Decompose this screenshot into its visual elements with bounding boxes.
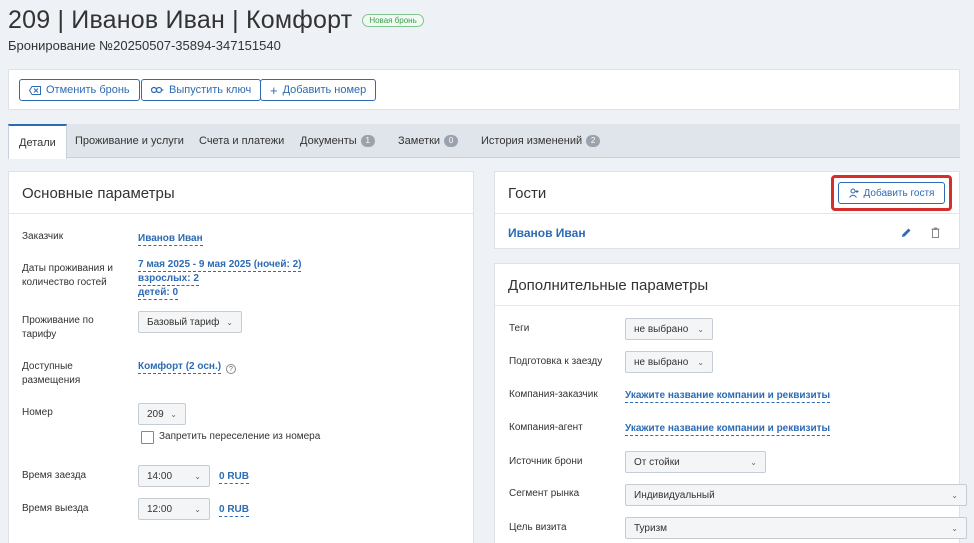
tab-notes[interactable]: Заметки 0 <box>398 124 459 158</box>
checkout-label: Время выезда <box>22 503 89 514</box>
add-room-button[interactable]: + Добавить номер <box>260 79 377 101</box>
room-select[interactable]: 209 ⌄ <box>138 403 186 425</box>
action-toolbar: Отменить бронь Выпустить ключ + Добавить… <box>8 69 960 110</box>
main-params-header: Основные параметры <box>9 172 473 214</box>
tab-stay-services[interactable]: Проживание и услуги <box>75 124 184 158</box>
edit-icon[interactable] <box>899 225 913 239</box>
guest-name-link[interactable]: Иванов Иван <box>508 226 586 240</box>
checkout-select[interactable]: 12:00 ⌄ <box>138 498 210 520</box>
tab-documents-label: Документы <box>300 135 357 147</box>
checkin-select[interactable]: 14:00 ⌄ <box>138 465 210 487</box>
rate-select-value: Базовый тариф <box>147 316 220 328</box>
tags-select[interactable]: не выбрано ⌄ <box>625 318 713 340</box>
tab-invoices-label: Счета и платежи <box>199 135 285 147</box>
company-customer-label: Компания-заказчик <box>509 389 598 400</box>
chevron-down-icon: ⌄ <box>750 457 757 467</box>
room-label: Номер <box>22 407 53 418</box>
chevron-down-icon: ⌄ <box>697 357 704 367</box>
available-label: Доступные размещения <box>22 361 81 386</box>
plus-icon: + <box>270 82 278 98</box>
guests-title: Гости <box>508 185 547 202</box>
chevron-down-icon: ⌄ <box>194 504 201 514</box>
delete-icon[interactable] <box>928 225 942 239</box>
rate-select[interactable]: Базовый тариф ⌄ <box>138 311 242 333</box>
tab-bar: Детали Проживание и услуги Счета и плате… <box>8 124 960 159</box>
issue-key-label: Выпустить ключ <box>169 84 252 96</box>
room-select-value: 209 <box>147 408 164 420</box>
rate-label: Проживание по тарифу <box>22 315 94 340</box>
source-select[interactable]: От стойки ⌄ <box>625 451 766 473</box>
tab-stay-services-label: Проживание и услуги <box>75 135 184 147</box>
cancel-booking-label: Отменить бронь <box>46 84 130 96</box>
purpose-label: Цель визита <box>509 522 567 533</box>
customer-label: Заказчик <box>22 231 64 242</box>
available-link[interactable]: Комфорт (2 осн.) <box>138 361 222 374</box>
chevron-down-icon: ⌄ <box>697 324 704 334</box>
cancel-icon <box>29 85 41 95</box>
key-icon <box>151 86 164 94</box>
company-agent-link[interactable]: Укажите название компании и реквизиты <box>625 423 831 436</box>
status-badge: Новая бронь <box>362 14 424 27</box>
chevron-down-icon: ⌄ <box>951 490 958 500</box>
prep-label: Подготовка к заезду <box>509 356 603 367</box>
booking-number: Бронирование №20250507-35894-347151540 <box>8 38 281 53</box>
purpose-select[interactable]: Туризм ⌄ <box>625 517 967 539</box>
tab-notes-label: Заметки <box>398 135 441 147</box>
checkin-select-value: 14:00 <box>147 470 173 482</box>
add-guest-label: Добавить гостя <box>863 187 935 199</box>
children-link[interactable]: детей: 0 <box>138 287 179 300</box>
dates-link[interactable]: 7 мая 2025 - 9 мая 2025 (ночей: 2) <box>138 259 302 272</box>
tab-details[interactable]: Детали <box>8 124 67 159</box>
chevron-down-icon: ⌄ <box>226 317 233 327</box>
tab-invoices[interactable]: Счета и платежи <box>199 124 284 158</box>
segment-select-value: Индивидуальный <box>634 489 715 501</box>
tab-documents[interactable]: Документы 1 <box>300 124 375 158</box>
segment-label: Сегмент рынка <box>509 488 580 499</box>
extra-params-header: Дополнительные параметры <box>495 264 959 306</box>
tab-history-label: История изменений <box>481 135 583 147</box>
tags-select-value: не выбрано <box>634 323 689 335</box>
chevron-down-icon: ⌄ <box>170 409 177 419</box>
tags-label: Теги <box>509 323 530 334</box>
forbid-move-label: Запретить переселение из номера <box>159 431 321 442</box>
tab-history-count: 2 <box>586 135 601 147</box>
dates-label: Даты проживания и количество гостей <box>22 263 114 288</box>
help-icon[interactable]: ? <box>226 364 236 374</box>
forbid-move-checkbox[interactable] <box>141 431 154 444</box>
company-customer-link[interactable]: Укажите название компании и реквизиты <box>625 390 831 403</box>
prep-select[interactable]: не выбрано ⌄ <box>625 351 713 373</box>
adults-link[interactable]: взрослых: 2 <box>138 273 199 286</box>
checkin-label: Время заезда <box>22 470 87 481</box>
main-params-panel: Основные параметры <box>8 171 474 543</box>
add-room-label: Добавить номер <box>282 84 367 96</box>
issue-key-button[interactable]: Выпустить ключ <box>141 79 262 101</box>
chevron-down-icon: ⌄ <box>951 523 958 533</box>
purpose-select-value: Туризм <box>634 522 668 534</box>
add-user-icon <box>848 188 859 198</box>
checkout-select-value: 12:00 <box>147 503 173 515</box>
customer-link[interactable]: Иванов Иван <box>138 233 203 246</box>
prep-select-value: не выбрано <box>634 356 689 368</box>
company-agent-label: Компания-агент <box>509 422 583 433</box>
source-label: Источник брони <box>509 456 583 467</box>
source-select-value: От стойки <box>634 456 680 468</box>
main-params-title: Основные параметры <box>22 185 175 202</box>
tab-documents-count: 1 <box>360 135 375 147</box>
cancel-booking-button[interactable]: Отменить бронь <box>19 79 140 101</box>
tab-details-label: Детали <box>19 136 56 149</box>
page-header: 209 | Иванов Иван | Комфорт Новая бронь <box>8 6 424 35</box>
tab-history[interactable]: История изменений 2 <box>481 124 601 158</box>
segment-select[interactable]: Индивидуальный ⌄ <box>625 484 967 506</box>
extra-params-title: Дополнительные параметры <box>508 277 709 294</box>
checkout-price-link[interactable]: 0 RUB <box>219 504 250 517</box>
chevron-down-icon: ⌄ <box>194 471 201 481</box>
page-title: 209 | Иванов Иван | Комфорт <box>8 6 353 34</box>
checkin-price-link[interactable]: 0 RUB <box>219 471 250 484</box>
add-guest-button[interactable]: Добавить гостя <box>838 182 945 204</box>
tab-notes-count: 0 <box>444 135 459 147</box>
